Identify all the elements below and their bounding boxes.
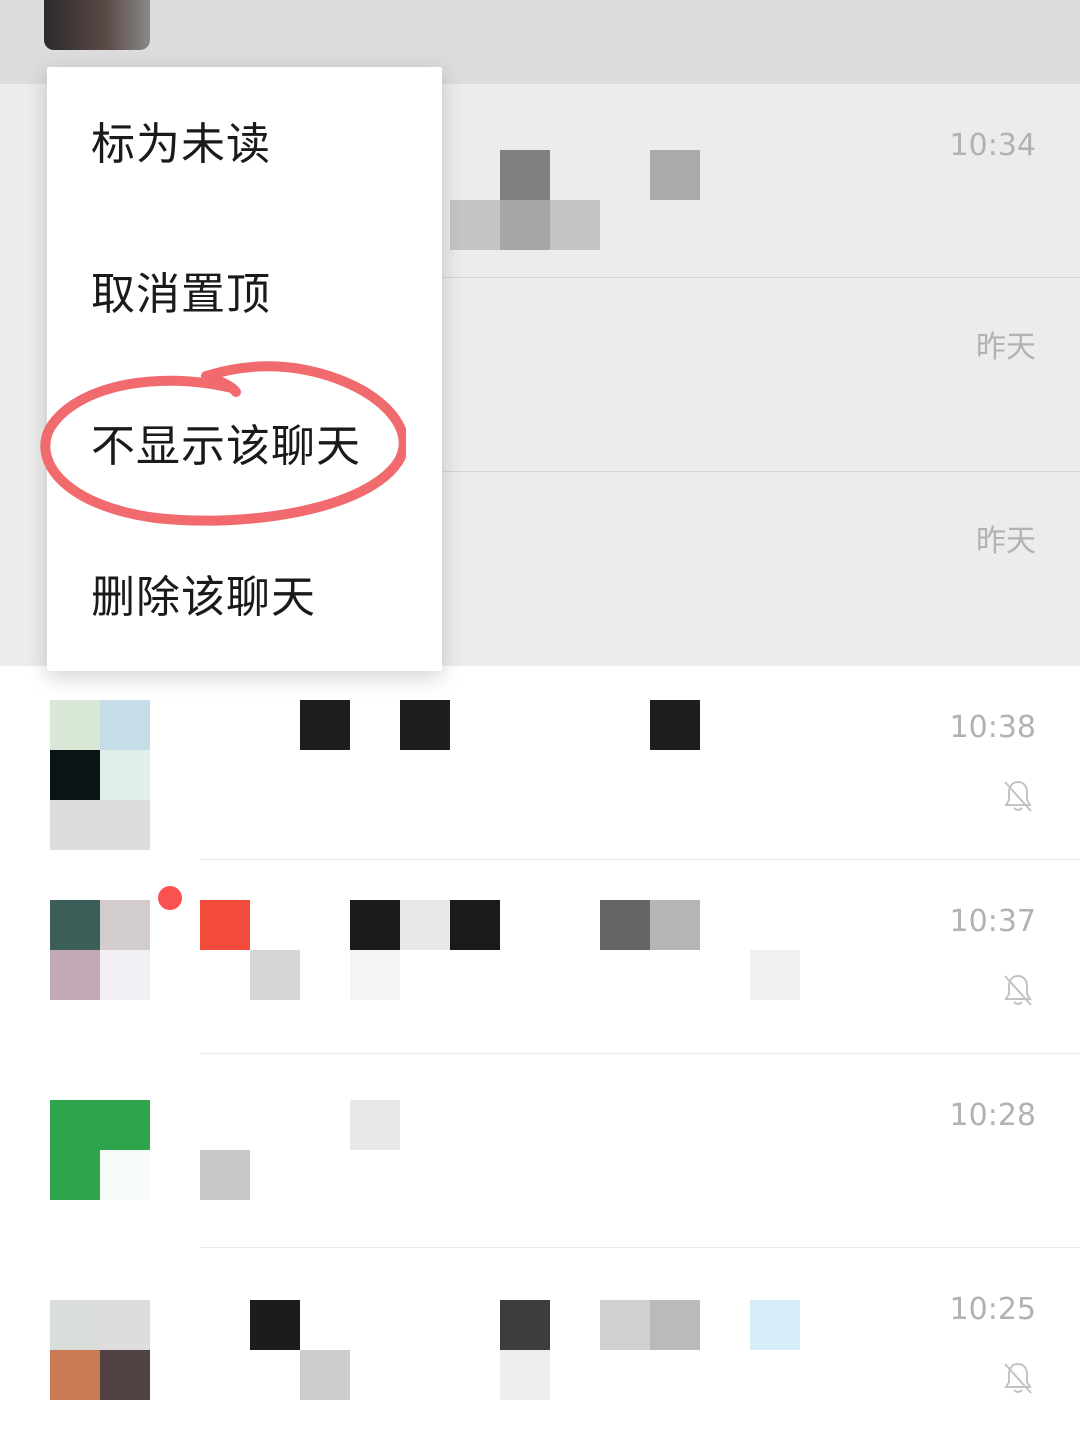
menu-item-mark-unread[interactable]: 标为未读 (91, 117, 271, 173)
chat-context-menu: 标为未读 取消置顶 不显示该聊天 删除该聊天 (47, 67, 442, 671)
group-avatar (100, 900, 150, 950)
unread-badge (158, 886, 182, 910)
chat-time: 10:28 (949, 1098, 1036, 1133)
pixelated-chat-name (400, 700, 450, 750)
pixelated-message-preview (750, 950, 800, 1000)
bell-slash-icon (1004, 780, 1032, 812)
pixelated-chat-name (200, 900, 250, 950)
pixelated-chat-name (300, 700, 350, 750)
chat-row-group-4[interactable]: 10:25 (0, 1248, 1080, 1442)
pixelated-chat-name (250, 1300, 300, 1350)
chat-row-3[interactable]: 10:28 (0, 1054, 1080, 1248)
chat-row-group-1[interactable]: 10:38 (0, 666, 1080, 860)
pixelated-message-preview (200, 1150, 250, 1200)
group-avatar (50, 900, 100, 950)
menu-item-unpin[interactable]: 取消置顶 (91, 267, 271, 323)
pixelated-chat-name (650, 900, 700, 950)
pixelated-chat-name (600, 1300, 650, 1350)
group-avatar (50, 1300, 100, 1350)
pixelated-message-preview (500, 150, 550, 200)
group-avatar (50, 950, 100, 1000)
chat-time: 10:38 (949, 710, 1036, 745)
group-avatar (100, 1350, 150, 1400)
chat-time: 昨天 (976, 524, 1036, 559)
group-avatar (50, 750, 100, 800)
avatar (50, 1100, 150, 1150)
chat-time: 10:25 (949, 1292, 1036, 1327)
pixelated-chat-name (350, 1100, 400, 1150)
pixelated-message-preview (300, 1350, 350, 1400)
pixelated-chat-name (650, 700, 700, 750)
group-avatar (50, 700, 100, 750)
chat-row-group-2[interactable]: 10:37 (0, 860, 1080, 1054)
chat-time: 10:34 (949, 128, 1036, 163)
pixelated-chat-name (450, 900, 500, 950)
pixelated-chat-name (350, 900, 400, 950)
pixelated-message-preview (650, 150, 700, 200)
group-avatar (100, 1300, 150, 1350)
menu-item-hide-chat[interactable]: 不显示该聊天 (91, 419, 361, 475)
pixelated-message-preview (350, 950, 400, 1000)
avatar (44, 0, 150, 50)
chat-time: 昨天 (976, 330, 1036, 365)
group-avatar (100, 750, 150, 800)
pixelated-chat-name (750, 1300, 800, 1350)
avatar (50, 1150, 100, 1200)
group-avatar (100, 700, 150, 750)
pixelated-chat-name (600, 900, 650, 950)
group-avatar (100, 950, 150, 1000)
pixelated-chat-name (400, 900, 450, 950)
pixelated-message-preview (500, 200, 550, 250)
pixelated-message-preview (500, 1350, 550, 1400)
chat-time: 10:37 (949, 904, 1036, 939)
group-avatar (50, 800, 150, 850)
bell-slash-icon (1004, 974, 1032, 1006)
pixelated-chat-name (500, 1300, 550, 1350)
pixelated-chat-name (650, 1300, 700, 1350)
pixelated-message-preview (250, 950, 300, 1000)
menu-item-delete-chat[interactable]: 删除该聊天 (91, 570, 316, 626)
bell-slash-icon (1004, 1362, 1032, 1394)
group-avatar (50, 1350, 100, 1400)
avatar (100, 1150, 150, 1200)
